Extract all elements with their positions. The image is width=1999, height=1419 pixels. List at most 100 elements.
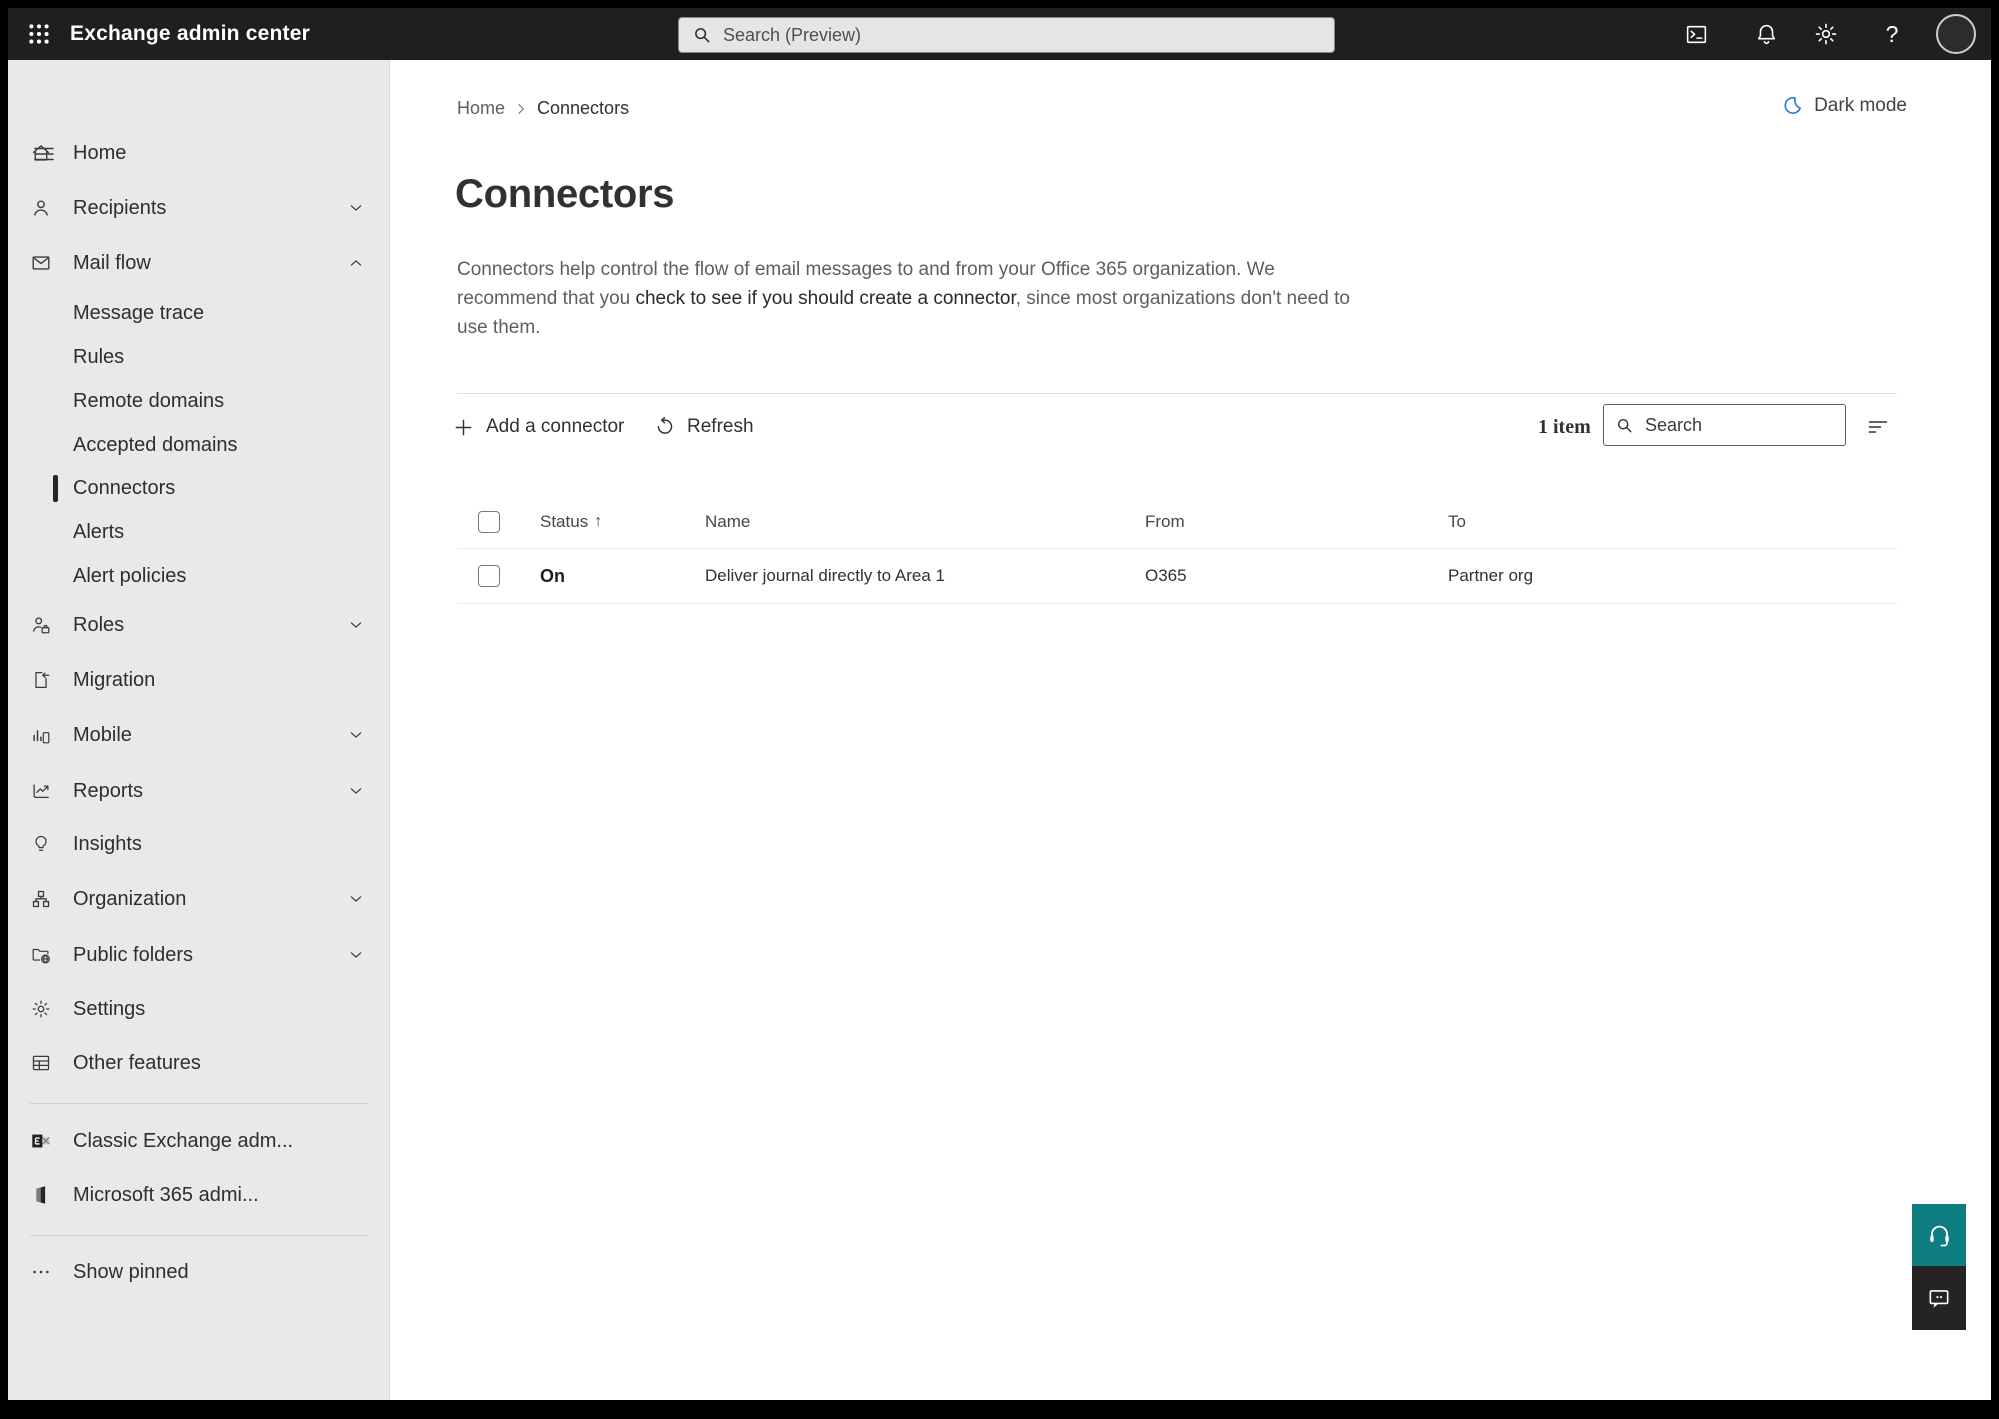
waffle-icon — [29, 24, 49, 44]
sidebar-item-label: Rules — [73, 345, 125, 368]
sidebar-item-reports[interactable]: Reports — [8, 769, 389, 813]
person-icon — [34, 200, 48, 216]
lightbulb-icon — [35, 835, 47, 851]
sidebar-item-label: Message trace — [73, 301, 205, 324]
help-icon: ? — [1885, 20, 1899, 47]
app-launcher-button[interactable] — [22, 18, 56, 50]
sidebar-item-label: Mail flow — [73, 251, 151, 274]
column-header-to[interactable]: To — [1448, 495, 1466, 548]
breadcrumb: Home Connectors — [457, 98, 629, 119]
sidebar-item-remote-domains[interactable]: Remote domains — [8, 381, 389, 421]
chevron-down-icon — [350, 788, 362, 794]
column-header-from[interactable]: From — [1145, 495, 1185, 548]
sidebar-item-public-folders[interactable]: Public folders — [8, 933, 389, 977]
top-bar: Exchange admin center Search (Preview) ? — [8, 8, 1991, 60]
sidebar-item-connectors[interactable]: Connectors — [8, 468, 389, 508]
sidebar-item-label: Alerts — [73, 520, 125, 543]
refresh-icon — [657, 417, 673, 434]
sidebar-item-label: Connectors — [73, 476, 176, 499]
table-icon — [32, 1055, 50, 1071]
column-header-name[interactable]: Name — [705, 495, 750, 548]
sidebar-item-label: Microsoft 365 admi... — [73, 1183, 259, 1206]
row-from: O365 — [1145, 566, 1187, 585]
app-title: Exchange admin center — [70, 22, 310, 45]
column-label: To — [1448, 511, 1466, 531]
list-search-box[interactable] — [1603, 404, 1846, 446]
m365-icon — [36, 1186, 46, 1204]
notifications-button[interactable] — [1744, 8, 1788, 60]
command-palette-button[interactable] — [1674, 8, 1718, 60]
sidebar-divider — [30, 1103, 367, 1104]
sidebar-item-recipients[interactable]: Recipients — [8, 186, 389, 230]
sidebar-item-rules[interactable]: Rules — [8, 337, 389, 377]
row-to: Partner org — [1448, 566, 1534, 585]
sidebar-item-settings[interactable]: Settings — [8, 987, 389, 1031]
home-icon — [32, 145, 50, 161]
chevron-down-icon — [350, 896, 362, 902]
breadcrumb-home-link[interactable]: Home — [457, 98, 505, 119]
org-tree-icon — [32, 890, 50, 908]
feedback-button[interactable] — [1912, 1266, 1966, 1330]
sidebar-item-home[interactable]: Home — [8, 131, 389, 175]
ellipsis-icon — [33, 1270, 49, 1274]
sidebar-item-insights[interactable]: Insights — [8, 822, 389, 866]
description-link[interactable]: check to see if you should create a conn… — [635, 288, 1015, 309]
sidebar-item-label: Recipients — [73, 196, 167, 219]
toolbar-divider — [457, 393, 1897, 394]
migration-icon — [35, 672, 50, 688]
account-avatar[interactable] — [1936, 14, 1976, 54]
global-search-input[interactable] — [723, 24, 1322, 46]
column-header-status[interactable]: Status ↑ — [540, 495, 602, 548]
chevron-down-icon — [350, 205, 362, 211]
sidebar-item-m365-admin[interactable]: Microsoft 365 admi... — [8, 1173, 389, 1217]
classic-exchange-icon — [32, 1134, 50, 1148]
column-label: Status — [540, 511, 589, 531]
support-button[interactable] — [1912, 1204, 1966, 1266]
filter-button[interactable] — [1863, 413, 1893, 441]
chevron-down-icon — [350, 622, 362, 628]
add-connector-button[interactable]: Add a connector — [452, 406, 624, 448]
chat-bubble-icon — [1929, 1290, 1949, 1308]
sidebar-item-roles[interactable]: Roles — [8, 603, 389, 647]
sidebar-item-mobile[interactable]: Mobile — [8, 713, 389, 757]
sidebar-item-label: Show pinned — [73, 1260, 189, 1283]
column-label: Name — [705, 511, 751, 531]
gear-icon — [1815, 23, 1837, 45]
sidebar-item-label: Accepted domains — [73, 433, 238, 456]
selected-indicator — [53, 475, 58, 502]
sidebar-item-label: Roles — [73, 613, 125, 636]
row-checkbox[interactable] — [478, 565, 500, 587]
row-name[interactable]: Deliver journal directly to Area 1 — [705, 566, 945, 586]
sort-ascending-icon: ↑ — [594, 512, 603, 530]
sidebar-item-alert-policies[interactable]: Alert policies — [8, 556, 389, 596]
sidebar-nav: Home Recipients Mail flow Message trace … — [8, 60, 390, 1400]
breadcrumb-current[interactable]: Connectors — [537, 98, 629, 119]
settings-button[interactable] — [1804, 8, 1848, 60]
add-connector-label: Add a connector — [486, 416, 625, 437]
table-row[interactable]: On Deliver journal directly to Area 1 O3… — [457, 549, 1897, 604]
sidebar-item-label: Remote domains — [73, 389, 225, 412]
headset-icon — [1929, 1225, 1949, 1246]
terminal-icon — [1686, 25, 1706, 43]
sidebar-item-show-pinned[interactable]: Show pinned — [8, 1250, 389, 1294]
sidebar-item-classic-exchange[interactable]: Classic Exchange adm... — [8, 1119, 389, 1163]
moon-icon — [1784, 96, 1802, 114]
sidebar-item-other-features[interactable]: Other features — [8, 1041, 389, 1085]
sidebar-divider — [30, 1235, 367, 1236]
select-all-checkbox[interactable] — [478, 510, 500, 533]
sidebar-item-organization[interactable]: Organization — [8, 877, 389, 921]
sidebar-item-mail-flow[interactable]: Mail flow — [8, 241, 389, 285]
dark-mode-toggle[interactable]: Dark mode — [1781, 94, 1907, 117]
help-button[interactable]: ? — [1870, 8, 1914, 60]
sidebar-item-migration[interactable]: Migration — [8, 658, 389, 702]
list-search-input[interactable] — [1645, 414, 1835, 436]
column-label: From — [1145, 511, 1185, 531]
gear-icon — [32, 1000, 50, 1018]
refresh-button[interactable]: Refresh — [654, 406, 754, 448]
global-search-box[interactable] — [678, 17, 1335, 53]
sidebar-item-message-trace[interactable]: Message trace — [8, 293, 389, 333]
search-icon — [1617, 418, 1632, 432]
search-icon — [695, 28, 710, 43]
sidebar-item-alerts[interactable]: Alerts — [8, 512, 389, 552]
sidebar-item-accepted-domains[interactable]: Accepted domains — [8, 425, 389, 465]
